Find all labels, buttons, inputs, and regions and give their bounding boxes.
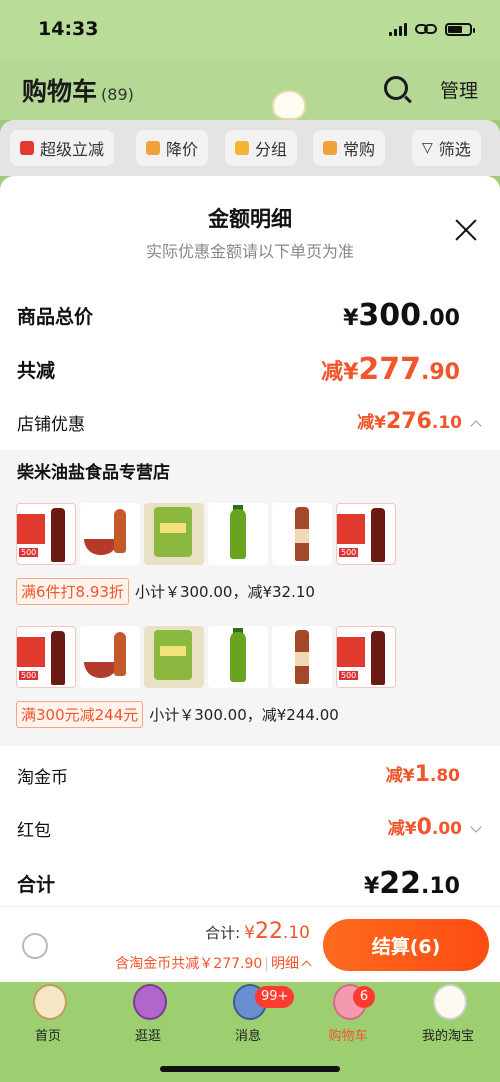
manage-button[interactable]: 管理 bbox=[440, 76, 478, 103]
checkout-button[interactable]: 结算(6) bbox=[323, 919, 489, 971]
page-title: 购物车 (89) bbox=[22, 77, 134, 106]
product-thumb[interactable]: 500 bbox=[16, 626, 76, 688]
promo-subtotal: 小计￥300.00，减¥32.10 bbox=[134, 583, 315, 601]
product-thumbnails-2: 500 500 bbox=[16, 626, 396, 688]
filter-bar: 超级立减 降价 分组 常购 ▽ 筛选 bbox=[0, 120, 500, 176]
filter-icon: ▽ bbox=[422, 140, 433, 156]
close-icon[interactable] bbox=[454, 218, 478, 242]
filter-super-discount[interactable]: 超级立减 bbox=[10, 130, 115, 166]
shop-discount-value: 减¥276.10 bbox=[357, 408, 482, 434]
discount-total-label: 共减 bbox=[17, 360, 56, 382]
battery-icon bbox=[445, 22, 475, 36]
arrow-down-icon bbox=[20, 141, 34, 155]
filter-label: 超级立减 bbox=[40, 140, 105, 159]
sum-label: 合计 bbox=[17, 874, 56, 896]
product-thumb[interactable]: 500 bbox=[336, 503, 396, 565]
cart-count: (89) bbox=[101, 85, 134, 104]
tab-cart[interactable]: 6 购物车 bbox=[303, 984, 393, 1044]
store-name: 柴米油盐食品专营店 bbox=[17, 463, 170, 483]
redpack-value: 减¥0.00 bbox=[388, 814, 482, 840]
profile-mascot-icon bbox=[433, 984, 467, 1020]
chevron-down-icon bbox=[470, 821, 482, 833]
coin-value: 减¥1.80 bbox=[385, 762, 460, 787]
saved-summary[interactable]: 含淘金币共减￥277.90 | 明细 bbox=[115, 953, 312, 973]
link-icon bbox=[415, 24, 437, 34]
store-detail: 柴米油盐食品专营店 500 500 满6件打8.93折 小计￥300.00，减¥… bbox=[0, 450, 500, 746]
product-thumb[interactable] bbox=[208, 503, 268, 565]
coin-label: 淘金币 bbox=[17, 768, 68, 788]
product-thumbnails-1: 500 500 bbox=[16, 503, 396, 565]
product-thumb[interactable] bbox=[208, 626, 268, 688]
status-bar: 14:33 bbox=[0, 0, 500, 58]
redpack-label: 红包 bbox=[17, 821, 51, 841]
promo-line-1: 满6件打8.93折 小计￥300.00，减¥32.10 bbox=[16, 578, 315, 605]
filter-button[interactable]: ▽ 筛选 bbox=[412, 130, 481, 166]
search-icon[interactable] bbox=[384, 76, 408, 100]
product-thumb[interactable] bbox=[80, 626, 140, 688]
cart-header: 购物车 (89) 管理 bbox=[0, 58, 500, 120]
detail-toggle[interactable]: 明细 bbox=[271, 956, 299, 972]
promo-tag: 满300元减244元 bbox=[16, 701, 144, 728]
chevron-up-icon bbox=[301, 960, 312, 971]
product-thumb[interactable] bbox=[80, 503, 140, 565]
amount-detail-sheet: 金额明细 实际优惠金额请以下单页为准 商品总价 ¥300.00 共减 减¥277… bbox=[0, 176, 500, 981]
coin-row: 淘金币 减¥1.80 bbox=[0, 761, 500, 795]
checkout-total: 合计: ¥22.10 bbox=[205, 919, 310, 944]
discount-total-row: 共减 减¥277.90 bbox=[0, 352, 500, 392]
tab-label: 购物车 bbox=[328, 1029, 368, 1044]
filter-label: 筛选 bbox=[438, 140, 471, 159]
sum-row: 合计 ¥22.10 bbox=[0, 866, 500, 906]
discount-total-value: 减¥277.90 bbox=[321, 352, 460, 387]
sum-value: ¥22.10 bbox=[363, 866, 460, 901]
promo-subtotal: 小计￥300.00，减¥244.00 bbox=[149, 706, 339, 724]
product-thumb[interactable]: 500 bbox=[336, 626, 396, 688]
tab-label: 消息 bbox=[234, 1029, 261, 1044]
saved-text: 含淘金币共减￥277.90 bbox=[115, 956, 263, 972]
filter-group[interactable]: 分组 bbox=[225, 130, 298, 166]
filter-label: 常购 bbox=[343, 140, 376, 159]
cart-icon bbox=[323, 141, 337, 155]
tab-label: 我的淘宝 bbox=[421, 1029, 474, 1044]
redpack-row[interactable]: 红包 减¥0.00 bbox=[0, 814, 500, 848]
tab-messages[interactable]: 99+ 消息 bbox=[203, 984, 295, 1044]
product-thumb[interactable] bbox=[272, 503, 332, 565]
filter-label: 降价 bbox=[166, 140, 199, 159]
select-all-checkbox[interactable] bbox=[22, 933, 48, 959]
sheet-title: 金额明细 bbox=[208, 207, 292, 231]
product-thumb[interactable] bbox=[272, 626, 332, 688]
total-price-row: 商品总价 ¥300.00 bbox=[0, 298, 500, 338]
cart-badge: 6 bbox=[353, 986, 375, 1008]
browse-mascot-icon bbox=[133, 984, 167, 1020]
tab-label: 首页 bbox=[34, 1029, 61, 1044]
total-price-label: 商品总价 bbox=[17, 306, 94, 328]
sheet-subtitle: 实际优惠金额请以下单页为准 bbox=[145, 242, 354, 261]
checkout-bar: 合计: ¥22.10 含淘金币共减￥277.90 | 明细 结算(6) bbox=[0, 906, 500, 982]
shop-discount-row[interactable]: 店铺优惠 减¥276.10 bbox=[0, 408, 500, 442]
promo-tag: 满6件打8.93折 bbox=[16, 578, 129, 605]
clock: 14:33 bbox=[38, 18, 99, 40]
tab-browse[interactable]: 逛逛 bbox=[103, 984, 193, 1044]
promo-line-2: 满300元减244元 小计￥300.00，减¥244.00 bbox=[16, 701, 339, 728]
messages-badge: 99+ bbox=[255, 986, 295, 1008]
product-thumb[interactable] bbox=[144, 503, 204, 565]
filter-frequent[interactable]: 常购 bbox=[313, 130, 386, 166]
shop-discount-label: 店铺优惠 bbox=[17, 415, 85, 435]
chevron-up-icon bbox=[470, 420, 482, 432]
product-thumb[interactable] bbox=[144, 626, 204, 688]
tab-label: 逛逛 bbox=[134, 1029, 161, 1044]
tab-home[interactable]: 首页 bbox=[3, 984, 93, 1044]
filter-label: 分组 bbox=[255, 140, 288, 159]
system-icons bbox=[389, 22, 475, 36]
total-price-value: ¥300.00 bbox=[343, 298, 460, 333]
product-thumb[interactable]: 500 bbox=[16, 503, 76, 565]
checkout-total-label: 合计: bbox=[205, 924, 241, 942]
filter-price-drop[interactable]: 降价 bbox=[136, 130, 209, 166]
folder-icon bbox=[235, 141, 249, 155]
home-mascot-icon bbox=[33, 984, 67, 1020]
tab-my-taobao[interactable]: 我的淘宝 bbox=[403, 984, 493, 1044]
mascot-icon bbox=[272, 90, 306, 120]
price-drop-icon bbox=[146, 141, 160, 155]
home-indicator bbox=[160, 1066, 340, 1072]
cellular-signal-icon bbox=[389, 22, 407, 36]
